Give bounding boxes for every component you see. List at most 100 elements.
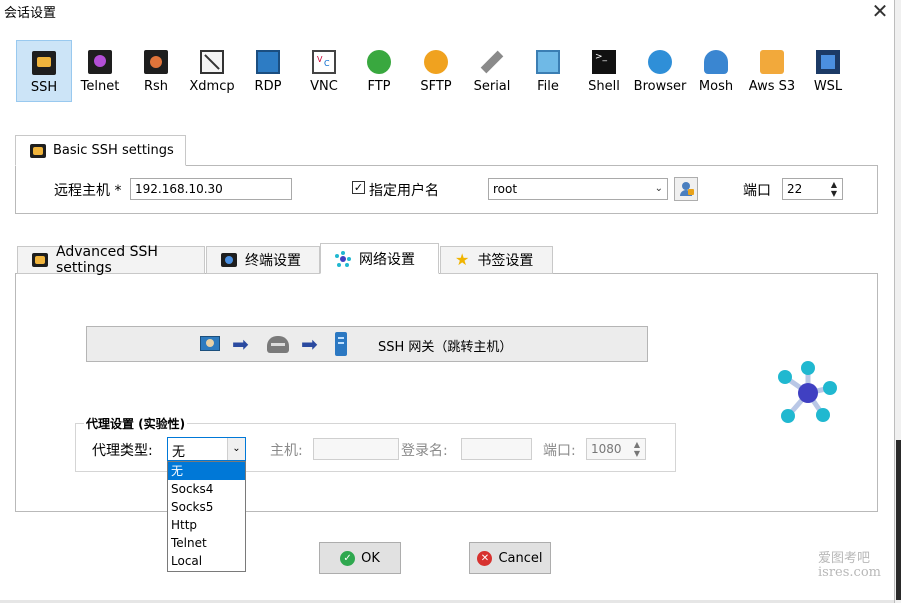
- port-label: 端口: [743, 183, 771, 199]
- session-type-xdmcp[interactable]: Xdmcp: [184, 40, 240, 102]
- tab-network-settings[interactable]: 网络设置: [320, 243, 439, 274]
- file-icon: [536, 50, 560, 74]
- watermark-line1: 爱图考吧: [818, 551, 871, 566]
- rsh-icon: [144, 50, 168, 74]
- proxy-option-0[interactable]: 无: [168, 462, 245, 480]
- proxy-host-label: 主机:: [270, 443, 303, 459]
- mosh-icon: [704, 50, 728, 74]
- session-type-label: SSH: [30, 80, 58, 95]
- proxy-login-input[interactable]: [461, 438, 532, 460]
- network-icon: [335, 250, 351, 267]
- session-type-sftp[interactable]: SFTP: [408, 40, 464, 102]
- proxy-option-2[interactable]: Socks5: [168, 498, 245, 516]
- username-combobox[interactable]: root ⌄: [488, 178, 668, 200]
- tab-label: 终端设置: [245, 253, 301, 269]
- serial-icon: [480, 50, 504, 74]
- watermark: 爱图考吧 isres.com: [818, 552, 881, 580]
- proxy-group-title: 代理设置 (实验性): [84, 415, 188, 432]
- tab-basic-ssh-settings[interactable]: Basic SSH settings: [15, 135, 186, 166]
- proxy-option-1[interactable]: Socks4: [168, 480, 245, 498]
- session-type-label: Xdmcp: [189, 79, 235, 94]
- tab-label: Basic SSH settings: [53, 143, 174, 158]
- vnc-icon: VC: [312, 50, 336, 74]
- ok-button[interactable]: ✓ OK: [319, 542, 401, 574]
- session-type-label: VNC: [310, 79, 338, 94]
- session-type-rdp[interactable]: RDP: [240, 40, 296, 102]
- gateway-icon: [267, 336, 289, 353]
- session-type-label: Shell: [588, 79, 620, 94]
- session-type-browser[interactable]: Browser: [632, 40, 688, 102]
- proxy-port-value: 1080: [591, 442, 622, 456]
- session-type-label: Browser: [633, 79, 687, 94]
- arrow-right-icon: ➡: [301, 332, 318, 356]
- session-type-telnet[interactable]: Telnet: [72, 40, 128, 102]
- spin-arrows-icon[interactable]: ▲ ▼: [629, 439, 645, 459]
- session-type-rsh[interactable]: Rsh: [128, 40, 184, 102]
- ok-label: OK: [361, 550, 380, 566]
- specify-user-label: 指定用户名: [369, 183, 439, 199]
- window-edge: [894, 0, 901, 603]
- session-type-ftp[interactable]: FTP: [351, 40, 407, 102]
- user-manager-button[interactable]: [674, 177, 698, 201]
- aws-s3-icon: [760, 50, 784, 74]
- session-type-file[interactable]: File: [520, 40, 576, 102]
- session-type-shell[interactable]: >_ Shell: [576, 40, 632, 102]
- ssh-gateway-button[interactable]: ➡ ➡ SSH 网关（跳转主机）: [86, 326, 648, 362]
- session-type-label: Serial: [473, 79, 511, 94]
- tab-bookmark-settings[interactable]: ★ 书签设置: [440, 246, 553, 274]
- chevron-down-icon[interactable]: ⌄: [227, 438, 245, 460]
- proxy-port-spinbox[interactable]: 1080 ▲ ▼: [586, 438, 646, 460]
- shell-icon: >_: [592, 50, 616, 74]
- proxy-type-label: 代理类型:: [92, 443, 153, 459]
- close-icon[interactable]: ✕: [868, 0, 892, 23]
- star-icon: ★: [455, 250, 470, 269]
- session-type-label: SFTP: [420, 79, 452, 94]
- spin-arrows-icon[interactable]: ▲ ▼: [826, 179, 842, 199]
- session-type-awss3[interactable]: Aws S3: [744, 40, 800, 102]
- rdp-icon: [256, 50, 280, 74]
- session-type-mosh[interactable]: Mosh: [688, 40, 744, 102]
- cancel-button[interactable]: ✕ Cancel: [469, 542, 551, 574]
- tab-terminal-settings[interactable]: 终端设置: [206, 246, 320, 274]
- wrench-icon: [30, 143, 46, 158]
- sftp-icon: [424, 50, 448, 74]
- tab-label: 网络设置: [359, 251, 415, 268]
- proxy-type-dropdown-list: 无 Socks4 Socks5 Http Telnet Local: [167, 461, 246, 572]
- wsl-icon: [816, 50, 840, 74]
- port-spinbox[interactable]: 22 ▲ ▼: [782, 178, 843, 200]
- server-icon: [335, 332, 347, 356]
- session-type-label: WSL: [813, 79, 843, 94]
- terminal-icon: [221, 253, 237, 267]
- ssh-gateway-label: SSH 网关（跳转主机）: [378, 340, 513, 355]
- tab-label: 书签设置: [477, 253, 534, 269]
- proxy-login-label: 登录名:: [401, 443, 448, 459]
- proxy-host-input[interactable]: [313, 438, 399, 460]
- browser-icon: [648, 50, 672, 74]
- network-settings-panel: [15, 273, 878, 512]
- chevron-down-icon[interactable]: ⌄: [655, 179, 663, 199]
- proxy-type-select[interactable]: 无 ⌄: [167, 437, 246, 461]
- specify-user-checkbox[interactable]: ✓: [352, 181, 365, 194]
- username-value: root: [493, 182, 518, 196]
- proxy-option-4[interactable]: Telnet: [168, 534, 245, 552]
- tab-advanced-ssh-settings[interactable]: Advanced SSH settings: [17, 244, 205, 276]
- session-type-label: Telnet: [80, 79, 120, 94]
- session-type-label: FTP: [367, 79, 391, 94]
- arrow-right-icon: ➡: [232, 332, 249, 356]
- session-type-vnc[interactable]: V C VNC: [296, 40, 352, 102]
- session-type-label: Aws S3: [748, 79, 796, 94]
- proxy-type-value: 无: [172, 445, 186, 460]
- session-type-wsl[interactable]: WSL: [800, 40, 856, 102]
- xdmcp-icon: [200, 50, 224, 74]
- user-icon: [679, 182, 694, 196]
- session-type-ssh[interactable]: SSH: [16, 40, 72, 102]
- cancel-icon: ✕: [477, 550, 493, 566]
- remote-host-input[interactable]: 192.168.10.30: [130, 178, 292, 200]
- proxy-option-5[interactable]: Local: [168, 552, 245, 570]
- port-value: 22: [787, 182, 803, 196]
- session-type-label: Rsh: [143, 79, 169, 94]
- network-graphic-icon: [778, 361, 837, 423]
- proxy-option-3[interactable]: Http: [168, 516, 245, 534]
- session-type-serial[interactable]: Serial: [464, 40, 520, 102]
- ftp-icon: [367, 50, 391, 74]
